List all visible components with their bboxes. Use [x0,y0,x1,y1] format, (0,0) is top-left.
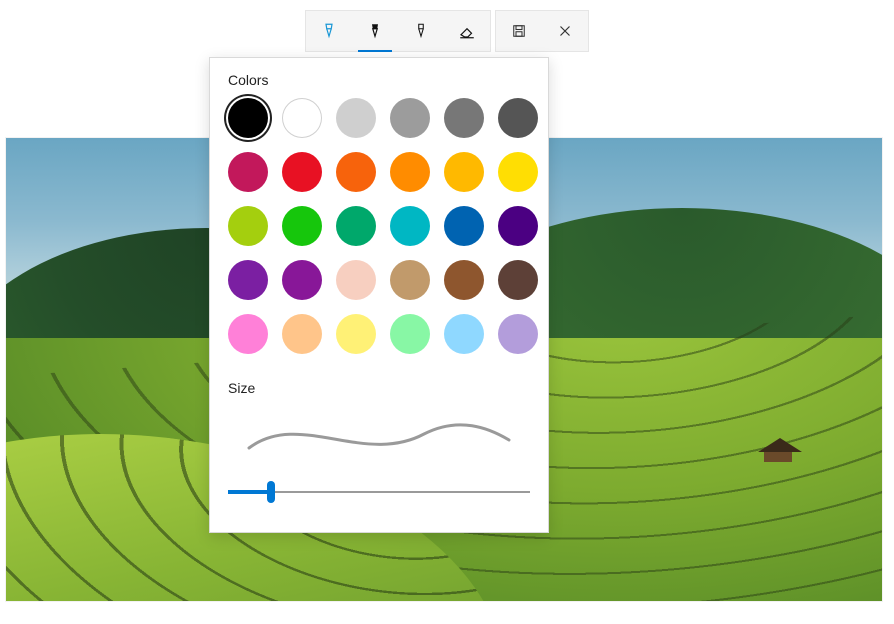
color-swatch-silver[interactable] [336,98,376,138]
size-section: Size [228,380,530,504]
color-swatch-black[interactable] [228,98,268,138]
save-icon [510,22,528,40]
slider-fill [228,490,271,494]
size-heading: Size [228,380,530,396]
color-swatch-lavender[interactable] [498,314,538,354]
color-swatch-pink[interactable] [228,314,268,354]
color-swatch-yellow[interactable] [498,152,538,192]
color-swatch-purple[interactable] [282,260,322,300]
highlighter-tool-button[interactable] [398,11,444,51]
color-swatch-orange[interactable] [390,152,430,192]
color-swatch-cyan[interactable] [390,206,430,246]
ballpoint-pen-icon [320,22,338,40]
pencil-icon [366,22,384,40]
color-swatch-light-orange[interactable] [282,314,322,354]
color-swatch-violet[interactable] [228,260,268,300]
color-swatch-peach[interactable] [336,260,376,300]
size-slider[interactable] [228,480,530,504]
color-swatch-green[interactable] [282,206,322,246]
color-swatch-red[interactable] [282,152,322,192]
eraser-icon [458,22,476,40]
color-swatch-light-yellow[interactable] [336,314,376,354]
slider-thumb[interactable] [267,481,275,503]
color-swatch-gray[interactable] [390,98,430,138]
color-swatch-grid [228,98,530,354]
size-preview [228,406,530,466]
hut-shape [758,438,802,464]
colors-heading: Colors [228,72,530,88]
close-icon [556,22,574,40]
color-swatch-brown[interactable] [444,260,484,300]
color-swatch-amber[interactable] [444,152,484,192]
stroke-preview-icon [244,414,514,458]
ink-toolbar [305,10,589,52]
ink-actions-group [495,10,589,52]
color-swatch-light-green[interactable] [390,314,430,354]
color-swatch-sea-green[interactable] [336,206,376,246]
color-swatch-white[interactable] [282,98,322,138]
pencil-tool-button[interactable] [352,11,398,51]
color-swatch-dim-gray[interactable] [444,98,484,138]
color-swatch-light-blue[interactable] [444,314,484,354]
save-button[interactable] [496,11,542,51]
ballpoint-pen-tool-button[interactable] [306,11,352,51]
color-swatch-blue[interactable] [444,206,484,246]
color-swatch-crimson[interactable] [228,152,268,192]
color-swatch-lime[interactable] [228,206,268,246]
close-button[interactable] [542,11,588,51]
eraser-tool-button[interactable] [444,11,490,51]
color-swatch-dark-brown[interactable] [498,260,538,300]
color-swatch-dark-gray[interactable] [498,98,538,138]
color-swatch-tan[interactable] [390,260,430,300]
highlighter-icon [412,22,430,40]
color-swatch-indigo[interactable] [498,206,538,246]
ink-tools-group [305,10,491,52]
pen-settings-flyout: Colors Size [209,57,549,533]
color-swatch-orange-red[interactable] [336,152,376,192]
